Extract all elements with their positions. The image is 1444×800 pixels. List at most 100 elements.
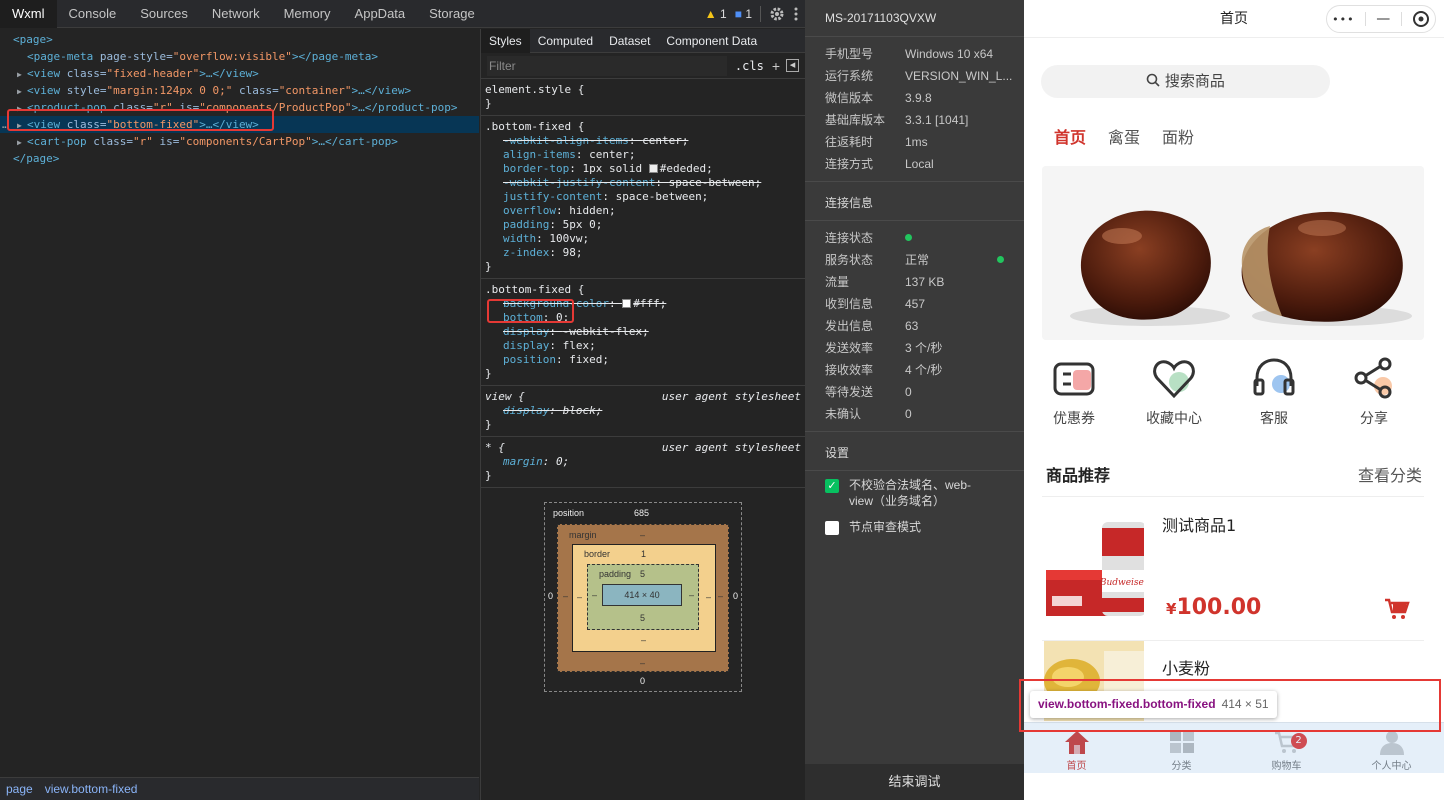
box-right-value[interactable]: 0 <box>733 591 738 601</box>
minimize-icon[interactable]: — <box>1376 11 1390 27</box>
breadcrumb-page[interactable]: page <box>6 782 33 796</box>
shortcut-service[interactable]: 客服 <box>1224 356 1324 428</box>
tab-styles[interactable]: Styles <box>481 29 530 53</box>
color-swatch[interactable] <box>648 164 658 173</box>
box-content[interactable]: 414 × 40 <box>602 584 682 606</box>
info-key: 运行系统 <box>825 69 874 83</box>
expand-triangle-icon[interactable]: ▶ <box>17 134 27 151</box>
checkbox-checked[interactable]: ✓ <box>825 479 839 493</box>
conn-value: 63 <box>905 319 919 333</box>
expand-triangle-icon[interactable]: ▶ <box>17 83 27 100</box>
filter-input[interactable]: Filter <box>487 55 727 76</box>
tab-appdata[interactable]: AppData <box>343 0 418 28</box>
box-padding-right[interactable]: – <box>689 590 694 600</box>
shortcut-favorites[interactable]: 收藏中心 <box>1124 356 1224 428</box>
tree-node-page[interactable]: <page> <box>0 31 479 48</box>
search-input[interactable]: 搜索商品 <box>1041 65 1330 98</box>
end-debug-button[interactable]: 结束调试 <box>805 764 1024 800</box>
box-border-right[interactable]: – <box>706 592 711 602</box>
tab-home[interactable]: 首页 <box>1054 124 1086 148</box>
add-to-cart-icon[interactable] <box>1384 597 1410 621</box>
tree-node-container[interactable]: ▶ <view style="margin:124px 0 0;" class="… <box>0 82 479 99</box>
shortcut-coupon[interactable]: 优惠券 <box>1024 356 1124 428</box>
prop-name: display <box>503 339 550 352</box>
box-margin-top[interactable]: – <box>640 530 645 540</box>
checkbox-label: 不校验合法域名、web-view（业务域名） <box>849 478 972 508</box>
warning-counter[interactable]: ▲ 1 <box>705 7 727 21</box>
shortcut-label: 收藏中心 <box>1146 411 1202 427</box>
message-counter[interactable]: ■ 1 <box>735 7 752 21</box>
tag-text: <page-meta <box>27 50 94 63</box>
style-declaration[interactable]: display: flex; <box>485 339 801 353</box>
style-declaration[interactable]: padding: 5px 0; <box>485 218 801 232</box>
style-declaration[interactable]: overflow: hidden; <box>485 204 801 218</box>
box-border-bottom[interactable]: – <box>641 635 646 645</box>
rule-bottom-fixed-1: .bottom-fixed { -webkit-align-items: cen… <box>481 116 805 279</box>
checkbox-unchecked[interactable] <box>825 521 839 535</box>
tab-dataset[interactable]: Dataset <box>601 29 658 53</box>
filter-bar: Filter .cls + ◂ <box>481 53 805 79</box>
style-declaration[interactable]: width: 100vw; <box>485 232 801 246</box>
info-value: 1ms <box>905 135 928 149</box>
add-rule-icon[interactable]: + <box>772 58 780 74</box>
more-icon[interactable]: ••• <box>1332 13 1354 26</box>
cls-button[interactable]: .cls <box>735 59 764 73</box>
attr-value: "overflow:visible" <box>172 50 292 63</box>
tag-text: <view <box>27 67 61 80</box>
style-declaration[interactable]: position: fixed; <box>485 353 801 367</box>
shortcut-share[interactable]: 分享 <box>1324 356 1424 428</box>
close-target-icon[interactable] <box>1412 10 1430 28</box>
box-margin-left[interactable]: – <box>563 591 568 601</box>
rule-selector[interactable]: .bottom-fixed { <box>485 120 801 134</box>
product-name: 测试商品1 <box>1162 516 1237 535</box>
box-border-top[interactable]: 1 <box>641 549 646 559</box>
tab-console[interactable]: Console <box>57 0 129 28</box>
box-border-left[interactable]: – <box>577 592 582 602</box>
style-declaration[interactable]: align-items: center; <box>485 148 801 162</box>
box-left-value[interactable]: 0 <box>548 591 553 601</box>
rule-selector[interactable]: .bottom-fixed { <box>485 283 801 297</box>
tab-eggs[interactable]: 禽蛋 <box>1108 124 1140 148</box>
expand-triangle-icon[interactable]: ▶ <box>17 66 27 83</box>
node-inspect-option[interactable]: 节点审查模式 <box>805 519 1024 535</box>
tree-node-page-meta[interactable]: <page-meta page-style="overflow:visible"… <box>0 48 479 65</box>
style-declaration[interactable]: -webkit-align-items: center; <box>485 134 801 148</box>
style-declaration[interactable]: z-index: 98; <box>485 246 801 260</box>
gear-icon[interactable] <box>769 6 785 22</box>
tab-wxml[interactable]: Wxml <box>0 0 57 28</box>
tab-component-data[interactable]: Component Data <box>658 29 765 53</box>
breadcrumb-bottom-fixed[interactable]: view.bottom-fixed <box>45 782 138 796</box>
tab-flour[interactable]: 面粉 <box>1162 124 1194 148</box>
box-margin-right[interactable]: – <box>718 591 723 601</box>
skip-domain-check-option[interactable]: ✓ 不校验合法域名、web-view（业务域名） <box>805 477 1024 509</box>
toggle-sidebar-icon[interactable]: ◂ <box>786 59 799 72</box>
tree-node-fixed-header[interactable]: ▶ <view class="fixed-header">…</view> <box>0 65 479 82</box>
color-swatch[interactable] <box>622 299 632 308</box>
box-bottom-value[interactable]: 0 <box>640 676 645 686</box>
tab-network[interactable]: Network <box>200 0 272 28</box>
box-padding-left[interactable]: – <box>592 590 597 600</box>
style-declaration[interactable]: -webkit-justify-content: space-between; <box>485 176 801 190</box>
more-vertical-icon[interactable] <box>793 6 799 22</box>
style-declaration[interactable]: display: -webkit-flex; <box>485 325 801 339</box>
tab-storage[interactable]: Storage <box>417 0 487 28</box>
tab-sources[interactable]: Sources <box>128 0 200 28</box>
banner-image[interactable] <box>1042 166 1424 340</box>
box-margin-bottom[interactable]: – <box>640 658 645 668</box>
tab-computed[interactable]: Computed <box>530 29 601 53</box>
view-categories-link[interactable]: 查看分类 <box>1358 462 1422 486</box>
tree-node-page-close[interactable]: </page> <box>0 150 479 167</box>
box-padding-bottom[interactable]: 5 <box>640 613 645 623</box>
style-declaration[interactable]: justify-content: space-between; <box>485 190 801 204</box>
tab-memory[interactable]: Memory <box>272 0 343 28</box>
box-padding-top[interactable]: 5 <box>640 569 645 579</box>
info-value: Windows 10 x64 <box>905 47 994 61</box>
svg-text:Budweiser: Budweiser <box>1099 578 1144 588</box>
conn-key: 服务状态 <box>825 253 874 267</box>
box-position-value[interactable]: 685 <box>634 508 649 518</box>
search-placeholder: 搜索商品 <box>1164 72 1225 90</box>
recommend-title: 商品推荐 <box>1046 466 1111 485</box>
tree-node-cart-pop[interactable]: ▶ <cart-pop class="r" is="components/Cart… <box>0 133 479 150</box>
rule-bottom-fixed-2: .bottom-fixed { background-color: #fff; … <box>481 279 805 386</box>
style-declaration[interactable]: border-top: 1px solid #ededed; <box>485 162 801 176</box>
